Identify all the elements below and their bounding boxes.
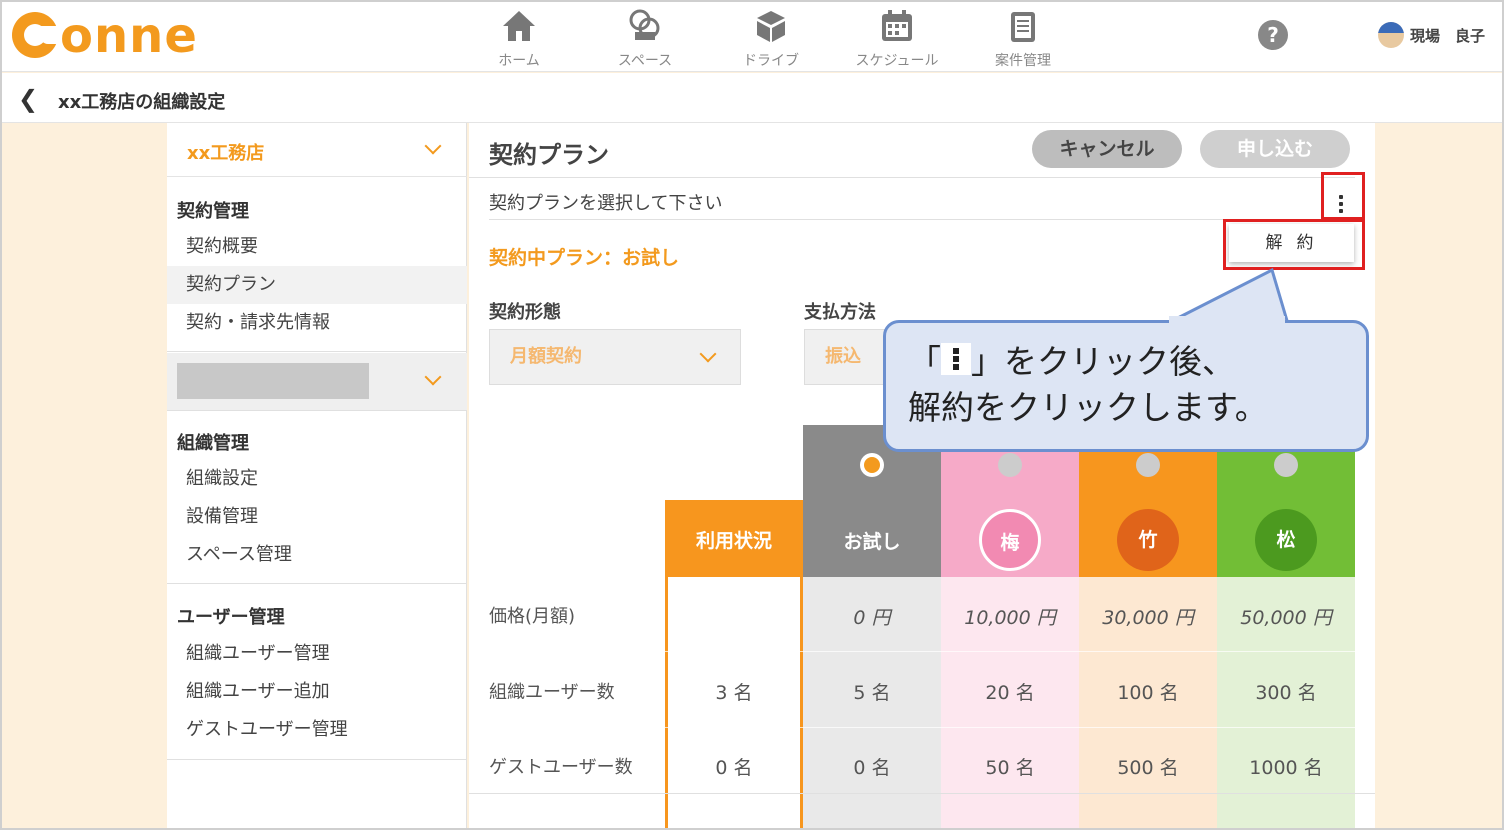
nav-schedule[interactable]: スケジュール	[842, 8, 952, 70]
payment-method-label: 支払方法	[804, 302, 876, 323]
sidebar: xx工務店 契約管理 契約概要 契約プラン 契約・請求先情報 組織管理 組織設定…	[167, 123, 467, 828]
divider	[167, 351, 467, 352]
current-plan-label: 契約中プラン：お試し	[489, 247, 680, 269]
apply-button[interactable]: 申し込む	[1200, 130, 1350, 168]
nav-space[interactable]: スペース	[590, 8, 700, 70]
sidebar-item-space-management[interactable]: スペース管理	[167, 536, 467, 574]
contract-type-label: 契約形態	[489, 302, 561, 323]
space-icon	[629, 9, 660, 40]
avatar	[1378, 22, 1404, 48]
chevron-down-icon	[699, 345, 717, 363]
plan-ume-badge: 梅	[979, 509, 1041, 571]
clipboard-icon	[1011, 12, 1035, 42]
sidebar-item-contract-overview[interactable]: 契約概要	[167, 228, 467, 266]
ume-org-users: 20 名	[985, 682, 1035, 704]
chevron-down-icon	[424, 137, 442, 155]
plan-take-badge: 竹	[1117, 509, 1179, 571]
space-selector[interactable]	[167, 353, 467, 411]
sidebar-item-add-org-user[interactable]: 組織ユーザー追加	[167, 673, 467, 711]
cancel-button[interactable]: キャンセル	[1032, 130, 1182, 168]
sidebar-item-contract-plan[interactable]: 契約プラン	[167, 266, 467, 304]
plan-ume-radio[interactable]	[998, 453, 1022, 477]
trial-price: 0 円	[853, 607, 891, 629]
section-contract-heading: 契約管理	[177, 201, 249, 222]
matsu-price: 50,000 円	[1240, 607, 1332, 629]
take-guest-users: 500 名	[1117, 757, 1179, 779]
breadcrumb: ❮ xx工務店の組織設定	[2, 73, 1502, 123]
divider	[469, 727, 1355, 728]
instruction-callout: 「」をクリック後、 解約をクリックします。	[883, 320, 1369, 452]
select-plan-prompt: 契約プランを選択して下さい	[489, 193, 723, 214]
contract-type-select[interactable]: 月額契約	[489, 329, 741, 385]
take-org-users: 100 名	[1117, 682, 1179, 704]
row-label-price: 価格(月額)	[489, 606, 576, 627]
row-label-guest-users: ゲストユーザー数	[489, 757, 633, 778]
divider	[469, 177, 1355, 178]
matsu-org-users: 300 名	[1255, 682, 1317, 704]
matsu-guest-users: 1000 名	[1249, 757, 1323, 779]
callout-line-2: 解約をクリックします。	[908, 388, 1268, 427]
take-price: 30,000 円	[1102, 607, 1194, 629]
conne-logo[interactable]: onne	[12, 8, 198, 64]
org-selector[interactable]: xx工務店	[167, 123, 467, 177]
sidebar-item-org-settings[interactable]: 組織設定	[167, 460, 467, 498]
sidebar-item-guest-users[interactable]: ゲストユーザー管理	[167, 711, 467, 749]
logo-c-mark	[12, 12, 60, 58]
sidebar-item-billing-info[interactable]: 契約・請求先情報	[167, 304, 467, 342]
plan-matsu-radio[interactable]	[1274, 453, 1298, 477]
trial-org-users: 5 名	[853, 682, 891, 704]
ume-guest-users: 50 名	[985, 757, 1035, 779]
divider	[167, 583, 467, 584]
divider	[469, 651, 1355, 652]
highlight-menu-item	[1223, 219, 1365, 270]
nav-home[interactable]: ホーム	[464, 8, 574, 70]
nav-projects[interactable]: 案件管理	[968, 8, 1078, 70]
sidebar-item-org-users[interactable]: 組織ユーザー管理	[167, 635, 467, 673]
more-vertical-icon	[941, 343, 971, 375]
section-org-heading: 組織管理	[177, 433, 249, 454]
divider	[469, 793, 1375, 794]
callout-line-1: 「」をクリック後、	[908, 342, 1235, 381]
plan-trial-radio[interactable]	[860, 453, 884, 477]
nav-drive[interactable]: ドライブ	[716, 8, 826, 70]
home-icon	[503, 11, 535, 41]
sidebar-item-equipment[interactable]: 設備管理	[167, 498, 467, 536]
page-heading: xx工務店の組織設定	[58, 92, 226, 113]
calendar-icon	[882, 10, 912, 41]
plan-matsu-badge: 松	[1255, 509, 1317, 571]
row-label-org-users: 組織ユーザー数	[489, 682, 615, 703]
usage-header: 利用状況	[665, 500, 803, 577]
callout-pointer-mask	[1169, 316, 1285, 324]
top-bar: onne ホーム スペース ドライブ スケジュール 案件管理 ? 現場 良子	[2, 2, 1502, 72]
redacted-field	[177, 363, 369, 399]
chevron-down-icon	[424, 368, 442, 386]
help-icon[interactable]: ?	[1258, 20, 1288, 50]
back-chevron-icon[interactable]: ❮	[18, 85, 38, 113]
plan-take-radio[interactable]	[1136, 453, 1160, 477]
drive-icon	[757, 11, 785, 42]
page-title: 契約プラン	[489, 141, 609, 169]
ume-price: 10,000 円	[964, 607, 1056, 629]
user-name: 現場 良子	[1410, 27, 1486, 45]
usage-guest-users: 0 名	[715, 757, 753, 779]
app-frame: onne ホーム スペース ドライブ スケジュール 案件管理 ? 現場 良子 ❮…	[0, 0, 1504, 830]
section-user-heading: ユーザー管理	[177, 607, 285, 628]
highlight-kebab	[1321, 172, 1365, 220]
org-name: xx工務店	[187, 143, 265, 164]
divider	[167, 759, 467, 760]
trial-guest-users: 0 名	[853, 757, 891, 779]
usage-org-users: 3 名	[715, 682, 753, 704]
user-menu[interactable]: 現場 良子	[1378, 22, 1485, 48]
